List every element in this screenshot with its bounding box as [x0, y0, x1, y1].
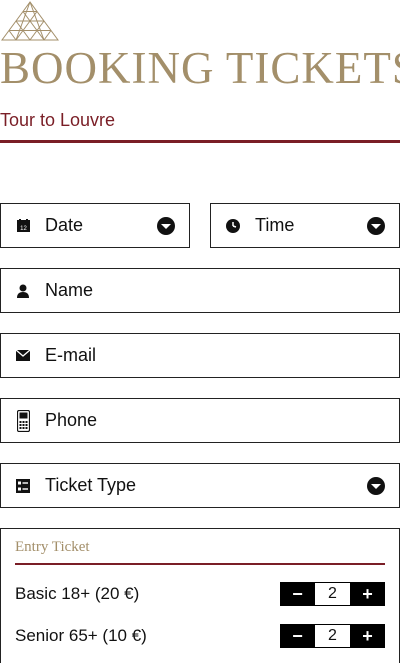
- chevron-down-icon[interactable]: [367, 217, 385, 235]
- ticket-row-basic: Basic 18+ (20 €) − 2 +: [15, 582, 385, 606]
- name-field[interactable]: Name: [0, 268, 400, 313]
- increment-button[interactable]: +: [350, 624, 385, 648]
- ticket-row-senior: Senior 65+ (10 €) − 2 +: [15, 624, 385, 648]
- chevron-down-icon[interactable]: [367, 477, 385, 495]
- page-title: BOOKING TICKETS: [0, 43, 400, 93]
- phone-field[interactable]: Phone: [0, 398, 400, 443]
- user-icon: [15, 283, 31, 299]
- calendar-icon: 12: [15, 218, 31, 234]
- list-icon: [15, 478, 31, 494]
- date-select[interactable]: 12 Date: [0, 203, 190, 248]
- increment-button[interactable]: +: [350, 582, 385, 606]
- panel-divider: [15, 563, 385, 565]
- time-label: Time: [255, 215, 295, 235]
- ticket-label: Senior 65+ (10 €): [15, 626, 147, 645]
- header-divider: [0, 140, 400, 143]
- email-label: E-mail: [45, 345, 97, 365]
- ticket-type-select[interactable]: Ticket Type: [0, 463, 400, 508]
- quantity-stepper: − 2 +: [280, 582, 385, 606]
- clock-icon: [225, 218, 241, 234]
- quantity-value[interactable]: 2: [315, 582, 350, 606]
- name-label: Name: [45, 280, 94, 300]
- page-subtitle: Tour to Louvre: [0, 110, 116, 130]
- envelope-icon: [15, 348, 31, 364]
- ticket-type-label: Ticket Type: [45, 475, 137, 495]
- chevron-down-icon[interactable]: [157, 217, 175, 235]
- time-select[interactable]: Time: [210, 203, 400, 248]
- entry-ticket-title: Entry Ticket: [15, 539, 90, 555]
- phone-label: Phone: [45, 410, 98, 430]
- ticket-label: Basic 18+ (20 €): [15, 584, 140, 603]
- pyramid-logo: [1, 1, 59, 41]
- decrement-button[interactable]: −: [280, 582, 315, 606]
- phone-icon: [15, 409, 31, 432]
- quantity-stepper: − 2 +: [280, 624, 385, 648]
- svg-text:12: 12: [20, 226, 27, 232]
- decrement-button[interactable]: −: [280, 624, 315, 648]
- quantity-value[interactable]: 2: [315, 624, 350, 648]
- date-label: Date: [45, 215, 84, 235]
- email-field[interactable]: E-mail: [0, 333, 400, 378]
- entry-ticket-panel: Entry Ticket Basic 18+ (20 €) − 2 + Seni…: [0, 528, 400, 663]
